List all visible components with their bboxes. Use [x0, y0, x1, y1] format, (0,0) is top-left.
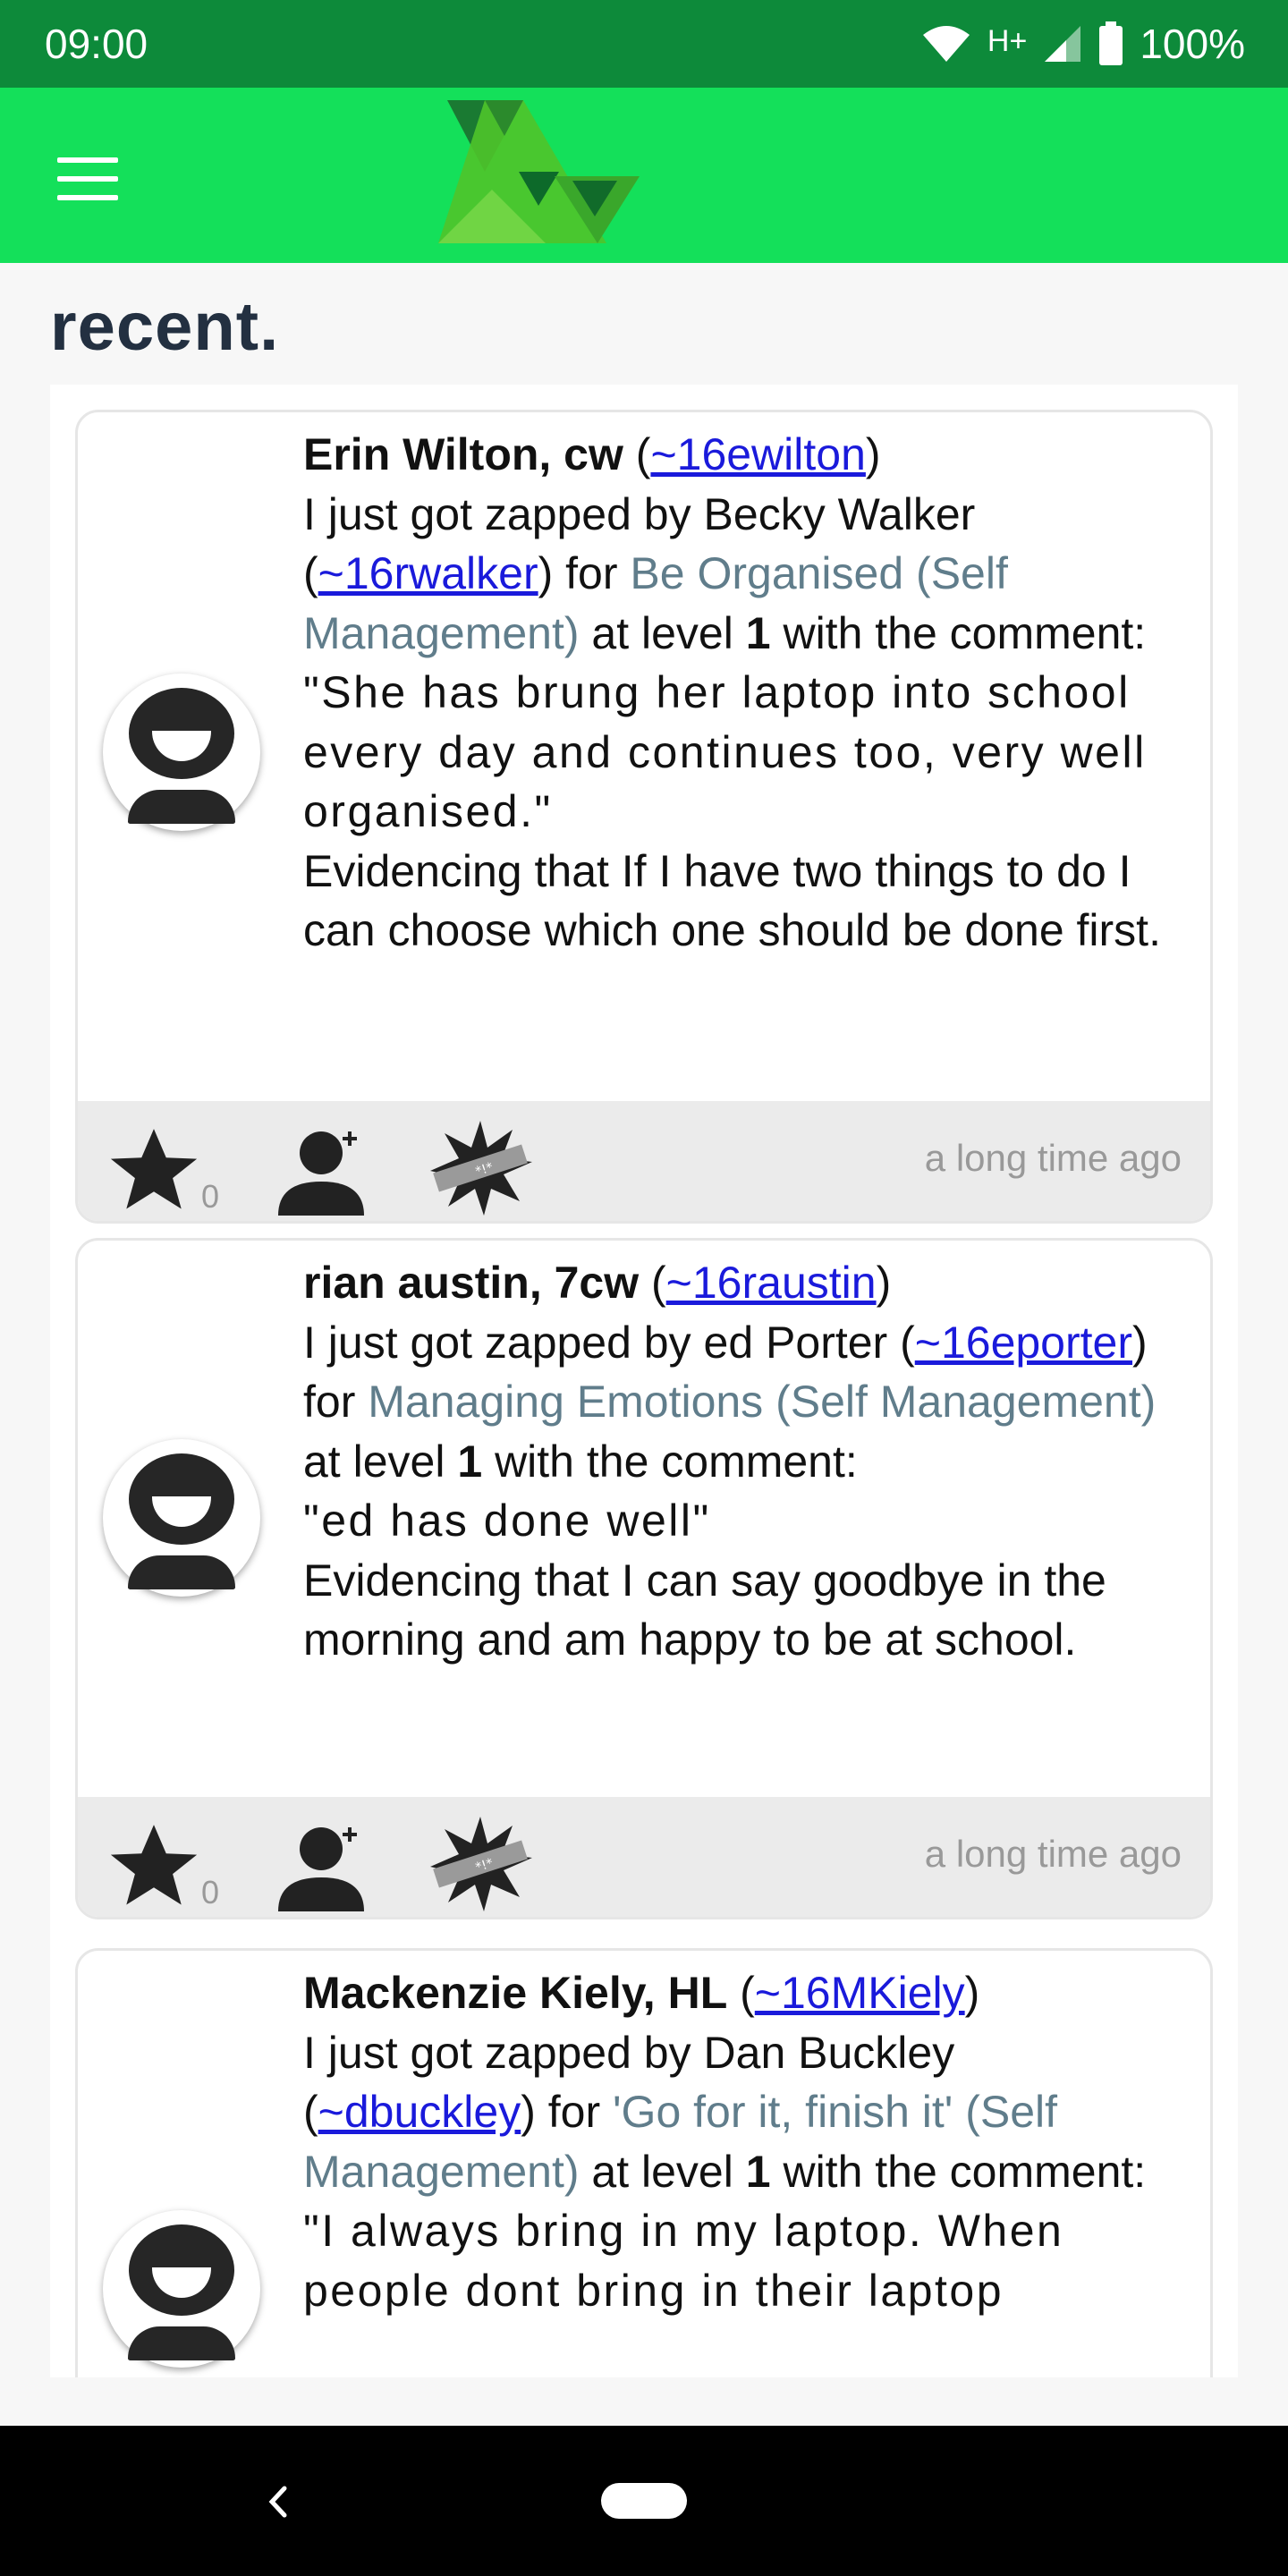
battery-icon: [1099, 21, 1123, 65]
skill-link[interactable]: Managing Emotions (Self Management): [368, 1377, 1156, 1427]
card-actions: 0 *!* a long time ago: [78, 1797, 1210, 1917]
zapper-name: Becky Walker: [703, 488, 976, 539]
star-icon[interactable]: [105, 1817, 203, 1915]
with-comment-text: with the comment:: [495, 1436, 858, 1487]
timestamp: a long time ago: [924, 1137, 1182, 1179]
comment-text: "ed has done well": [303, 1496, 711, 1546]
avatar[interactable]: [103, 2210, 260, 2368]
page-title: recent.: [50, 289, 280, 365]
user-link[interactable]: ~16raustin: [666, 1258, 877, 1308]
user-name: rian austin, 7cw: [303, 1258, 640, 1308]
feed-card: Mackenzie Kiely, HL (~16MKiely) I just g…: [75, 1948, 1213, 2377]
zap-burst-icon[interactable]: *!*: [427, 1815, 534, 1913]
star-count: 0: [201, 1178, 220, 1215]
zap-burst-icon[interactable]: *!*: [427, 1119, 534, 1217]
network-type: H+: [987, 23, 1028, 58]
user-name: Mackenzie Kiely, HL: [303, 1968, 728, 2018]
at-level-text: at level: [591, 607, 733, 658]
status-time: 09:00: [45, 21, 148, 67]
feed-card: rian austin, 7cw (~16raustin) I just got…: [75, 1238, 1213, 1919]
timestamp: a long time ago: [924, 1833, 1182, 1875]
home-pill-button[interactable]: [601, 2483, 687, 2519]
comment-text: "She has brung her laptop into school ev…: [303, 667, 1147, 836]
zapped-prefix: I just got zapped by: [303, 2027, 691, 2078]
status-icons: H+ 100%: [921, 20, 1245, 68]
card-text: rian austin, 7cw (~16raustin) I just got…: [303, 1258, 1157, 1665]
with-comment-text: with the comment:: [783, 607, 1147, 658]
avatar[interactable]: [103, 1439, 260, 1597]
activity-feed[interactable]: Erin Wilton, cw (~16ewilton) I just got …: [50, 385, 1238, 2377]
evidence-text: Evidencing that I can say goodbye in the…: [303, 1555, 1106, 1665]
card-actions: 0 *!* a long time ago: [78, 1101, 1210, 1221]
zapper-name: Dan Buckley: [703, 2027, 955, 2078]
user-link[interactable]: ~16ewilton: [650, 429, 865, 479]
level-value: 1: [745, 607, 771, 658]
app-bar: [0, 88, 1288, 263]
card-text: Mackenzie Kiely, HL (~16MKiely) I just g…: [303, 1968, 1147, 2316]
status-bar: 09:00 H+ 100%: [0, 0, 1288, 88]
card-text: Erin Wilton, cw (~16ewilton) I just got …: [303, 429, 1161, 956]
at-level-text: at level: [303, 1436, 445, 1487]
hamburger-menu-icon[interactable]: [50, 152, 125, 206]
zapper-link[interactable]: ~dbuckley: [318, 2087, 521, 2137]
feed-card: Erin Wilton, cw (~16ewilton) I just got …: [75, 410, 1213, 1224]
level-value: 1: [745, 2146, 771, 2197]
battery-level: 100%: [1140, 21, 1245, 67]
for-text: for: [547, 2087, 601, 2137]
star-icon[interactable]: [105, 1121, 203, 1219]
add-person-icon[interactable]: [273, 1126, 377, 1216]
evidence-text: Evidencing that If I have two things to …: [303, 845, 1161, 956]
user-link[interactable]: ~16MKiely: [755, 1968, 965, 2018]
add-person-icon[interactable]: [273, 1822, 377, 1911]
zapper-name: ed Porter: [703, 1317, 888, 1368]
for-text: for: [303, 1377, 356, 1427]
zapped-prefix: I just got zapped by: [303, 488, 691, 539]
user-name: Erin Wilton, cw: [303, 429, 623, 479]
app-logo-icon[interactable]: [438, 100, 644, 252]
zapper-link[interactable]: ~16rwalker: [318, 548, 538, 598]
comment-text: "I always bring in my laptop. When peopl…: [303, 2206, 1064, 2316]
at-level-text: at level: [591, 2146, 733, 2197]
with-comment-text: with the comment:: [783, 2146, 1147, 2197]
back-icon[interactable]: [256, 2470, 301, 2533]
zapped-prefix: I just got zapped by: [303, 1317, 691, 1368]
star-count: 0: [201, 1874, 220, 1911]
zapper-link[interactable]: ~16eporter: [915, 1318, 1132, 1368]
level-value: 1: [457, 1436, 483, 1487]
signal-icon: [1045, 26, 1081, 62]
wifi-icon: [922, 26, 970, 62]
avatar[interactable]: [103, 674, 260, 831]
system-nav-bar: [0, 2426, 1288, 2576]
for-text: for: [565, 548, 618, 598]
